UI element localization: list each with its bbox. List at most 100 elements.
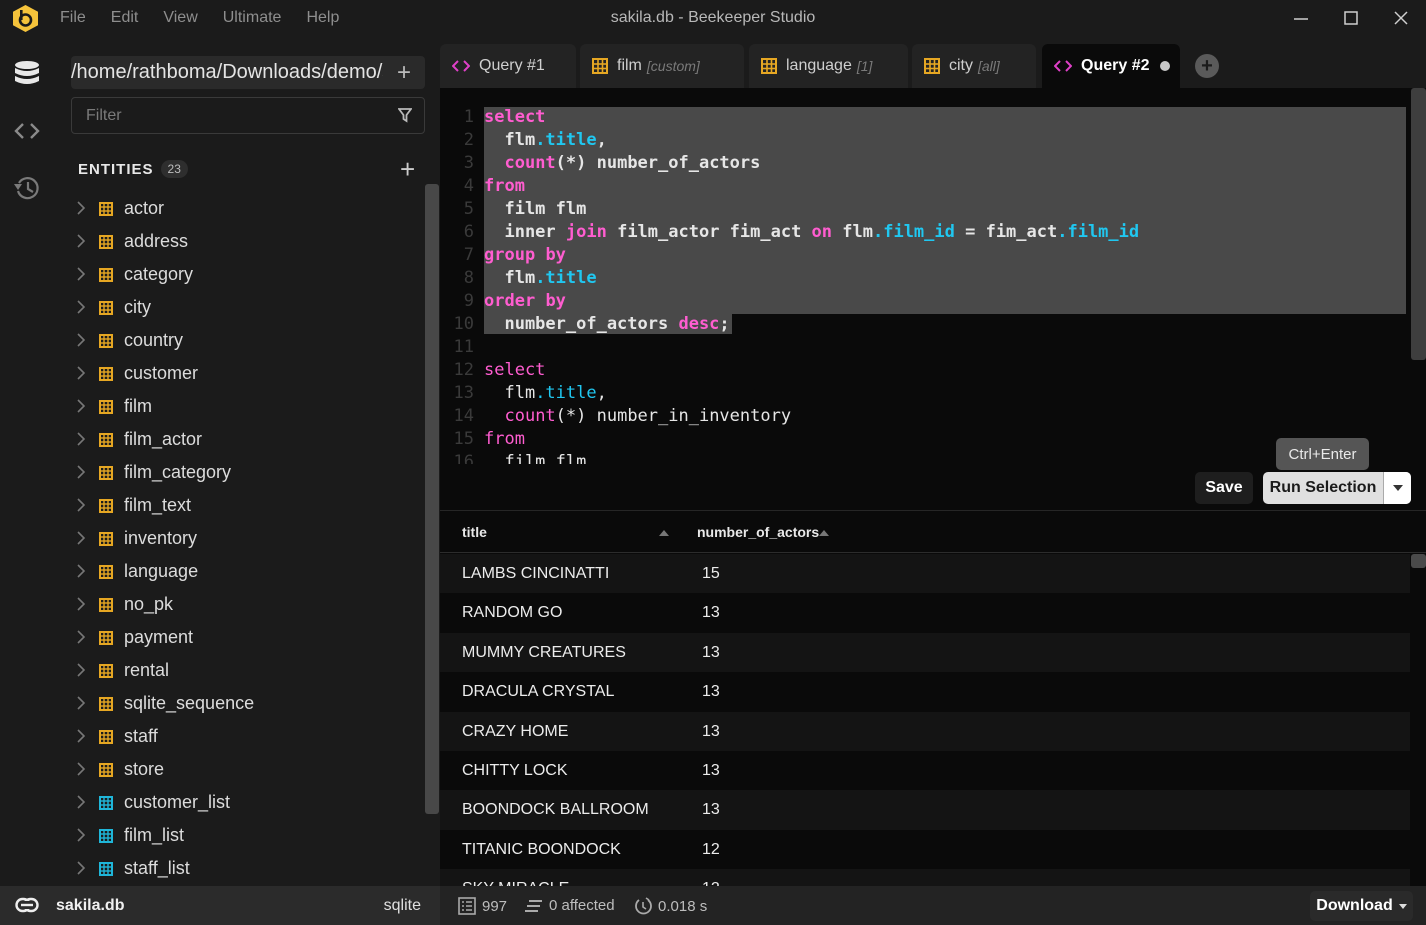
cell-number-of-actors[interactable]: 13 <box>702 604 720 622</box>
entity-item-film-actor[interactable]: film_actor <box>56 423 426 456</box>
entity-item-category[interactable]: category <box>56 258 426 291</box>
chevron-right-icon[interactable] <box>77 201 86 220</box>
chevron-right-icon[interactable] <box>77 828 86 847</box>
code-line[interactable]: 6 inner join film_actor fim_act on flm.f… <box>440 222 1406 245</box>
results-scrollbar[interactable] <box>1411 554 1426 568</box>
entity-item-address[interactable]: address <box>56 225 426 258</box>
code-line[interactable]: 7 group by <box>440 245 1406 268</box>
tab-city[interactable]: city [all] <box>912 44 1036 88</box>
minimize-button[interactable] <box>1290 8 1312 28</box>
close-button[interactable] <box>1390 8 1412 28</box>
sort-asc-icon[interactable] <box>819 530 829 536</box>
chevron-right-icon[interactable] <box>77 465 86 484</box>
entity-item-customer-list[interactable]: customer_list <box>56 786 426 819</box>
chevron-right-icon[interactable] <box>77 498 86 517</box>
new-tab-button[interactable]: + <box>1195 54 1219 78</box>
entity-item-rental[interactable]: rental <box>56 654 426 687</box>
save-button[interactable]: Save <box>1195 472 1253 504</box>
entity-item-city[interactable]: city <box>56 291 426 324</box>
chevron-right-icon[interactable] <box>77 663 86 682</box>
menu-ultimate[interactable]: Ultimate <box>223 9 282 27</box>
table-row[interactable]: CHITTY LOCK 13 <box>440 751 1410 790</box>
entity-item-language[interactable]: language <box>56 555 426 588</box>
column-header-title[interactable]: title <box>462 524 487 540</box>
chevron-right-icon[interactable] <box>77 432 86 451</box>
entity-item-film-text[interactable]: film_text <box>56 489 426 522</box>
link-icon[interactable] <box>15 897 39 918</box>
code-area[interactable]: 1 select 2 flm.title, 3 count(*) number_of_… <box>440 107 1410 464</box>
chevron-right-icon[interactable] <box>77 630 86 649</box>
tab-language[interactable]: language [1] <box>749 44 908 88</box>
code-line[interactable]: 10 number_of_actors desc; <box>440 314 1406 337</box>
table-row[interactable]: RANDOM GO 13 <box>440 593 1410 632</box>
chevron-right-icon[interactable] <box>77 399 86 418</box>
cell-title[interactable]: LAMBS CINCINATTI <box>462 565 609 583</box>
entity-item-film-category[interactable]: film_category <box>56 456 426 489</box>
menu-help[interactable]: Help <box>306 9 339 27</box>
entity-item-staff[interactable]: staff <box>56 720 426 753</box>
queries-button[interactable] <box>12 116 42 146</box>
maximize-button[interactable] <box>1340 8 1362 28</box>
column-header-number-of-actors[interactable]: number_of_actors <box>697 524 819 540</box>
download-button[interactable]: Download <box>1310 891 1413 921</box>
chevron-right-icon[interactable] <box>77 729 86 748</box>
connection-selector[interactable]: /home/rathboma/Downloads/demo/sakila.db … <box>71 56 425 89</box>
table-row[interactable]: CRAZY HOME 13 <box>440 711 1410 751</box>
chevron-right-icon[interactable] <box>77 564 86 583</box>
chevron-right-icon[interactable] <box>77 762 86 781</box>
chevron-right-icon[interactable] <box>77 333 86 352</box>
chevron-right-icon[interactable] <box>77 861 86 880</box>
code-line[interactable]: 1 select <box>440 107 1406 130</box>
table-row[interactable]: TITANIC BOONDOCK 12 <box>440 830 1410 869</box>
chevron-right-icon[interactable] <box>77 795 86 814</box>
entity-item-sqlite-sequence[interactable]: sqlite_sequence <box>56 687 426 720</box>
entity-item-store[interactable]: store <box>56 753 426 786</box>
table-row[interactable]: MUMMY CREATURES 13 <box>440 632 1410 673</box>
code-line[interactable]: 16 film flm <box>440 452 1406 464</box>
filter-icon[interactable] <box>397 108 413 128</box>
chevron-right-icon[interactable] <box>77 267 86 286</box>
code-line[interactable]: 2 flm.title, <box>440 130 1406 153</box>
entity-item-actor[interactable]: actor <box>56 192 426 225</box>
chevron-right-icon[interactable] <box>77 696 86 715</box>
cell-title[interactable]: DRACULA CRYSTAL <box>462 683 614 701</box>
sort-asc-icon[interactable] <box>659 530 669 536</box>
add-entity-button[interactable]: + <box>400 154 415 185</box>
cell-number-of-actors[interactable]: 15 <box>702 565 720 583</box>
history-button[interactable] <box>12 173 42 203</box>
code-line[interactable]: 15 from <box>440 429 1406 452</box>
tab-query-1[interactable]: Query #1 <box>440 44 576 88</box>
cell-number-of-actors[interactable]: 13 <box>702 762 720 780</box>
menu-file[interactable]: File <box>60 9 86 27</box>
menu-edit[interactable]: Edit <box>111 9 139 27</box>
cell-title[interactable]: BOONDOCK BALLROOM <box>462 801 649 819</box>
code-line[interactable]: 11 <box>440 337 1406 360</box>
entity-item-inventory[interactable]: inventory <box>56 522 426 555</box>
code-line[interactable]: 13 flm.title, <box>440 383 1406 406</box>
code-line[interactable]: 5 film flm <box>440 199 1406 222</box>
table-row[interactable]: DRACULA CRYSTAL 13 <box>440 672 1410 711</box>
code-line[interactable]: 4 from <box>440 176 1406 199</box>
add-connection-icon[interactable]: + <box>397 59 411 87</box>
cell-title[interactable]: CHITTY LOCK <box>462 762 568 780</box>
table-row[interactable]: SKY MIRACLE12 <box>440 869 1410 887</box>
tab-film[interactable]: film [custom] <box>580 44 744 88</box>
entity-item-customer[interactable]: customer <box>56 357 426 390</box>
code-line[interactable]: 14 count(*) number_in_inventory <box>440 406 1406 429</box>
entity-item-film[interactable]: film <box>56 390 426 423</box>
cell-number-of-actors[interactable]: 13 <box>702 644 720 662</box>
connections-button[interactable] <box>12 58 42 88</box>
tab-query-2[interactable]: Query #2 <box>1042 44 1180 88</box>
table-row[interactable]: BOONDOCK BALLROOM 13 <box>440 790 1410 830</box>
run-selection-button[interactable]: Run Selection <box>1263 472 1384 504</box>
table-row[interactable]: LAMBS CINCINATTI 15 <box>440 554 1410 594</box>
code-line[interactable]: 8 flm.title <box>440 268 1406 291</box>
code-line[interactable]: 12 select <box>440 360 1406 383</box>
run-options-dropdown[interactable] <box>1384 472 1411 504</box>
sidebar-scrollbar[interactable] <box>425 184 439 814</box>
chevron-right-icon[interactable] <box>77 234 86 253</box>
unsaved-indicator-icon[interactable] <box>1160 61 1170 71</box>
cell-title[interactable]: MUMMY CREATURES <box>462 644 626 662</box>
cell-title[interactable]: RANDOM GO <box>462 604 562 622</box>
entity-item-no-pk[interactable]: no_pk <box>56 588 426 621</box>
